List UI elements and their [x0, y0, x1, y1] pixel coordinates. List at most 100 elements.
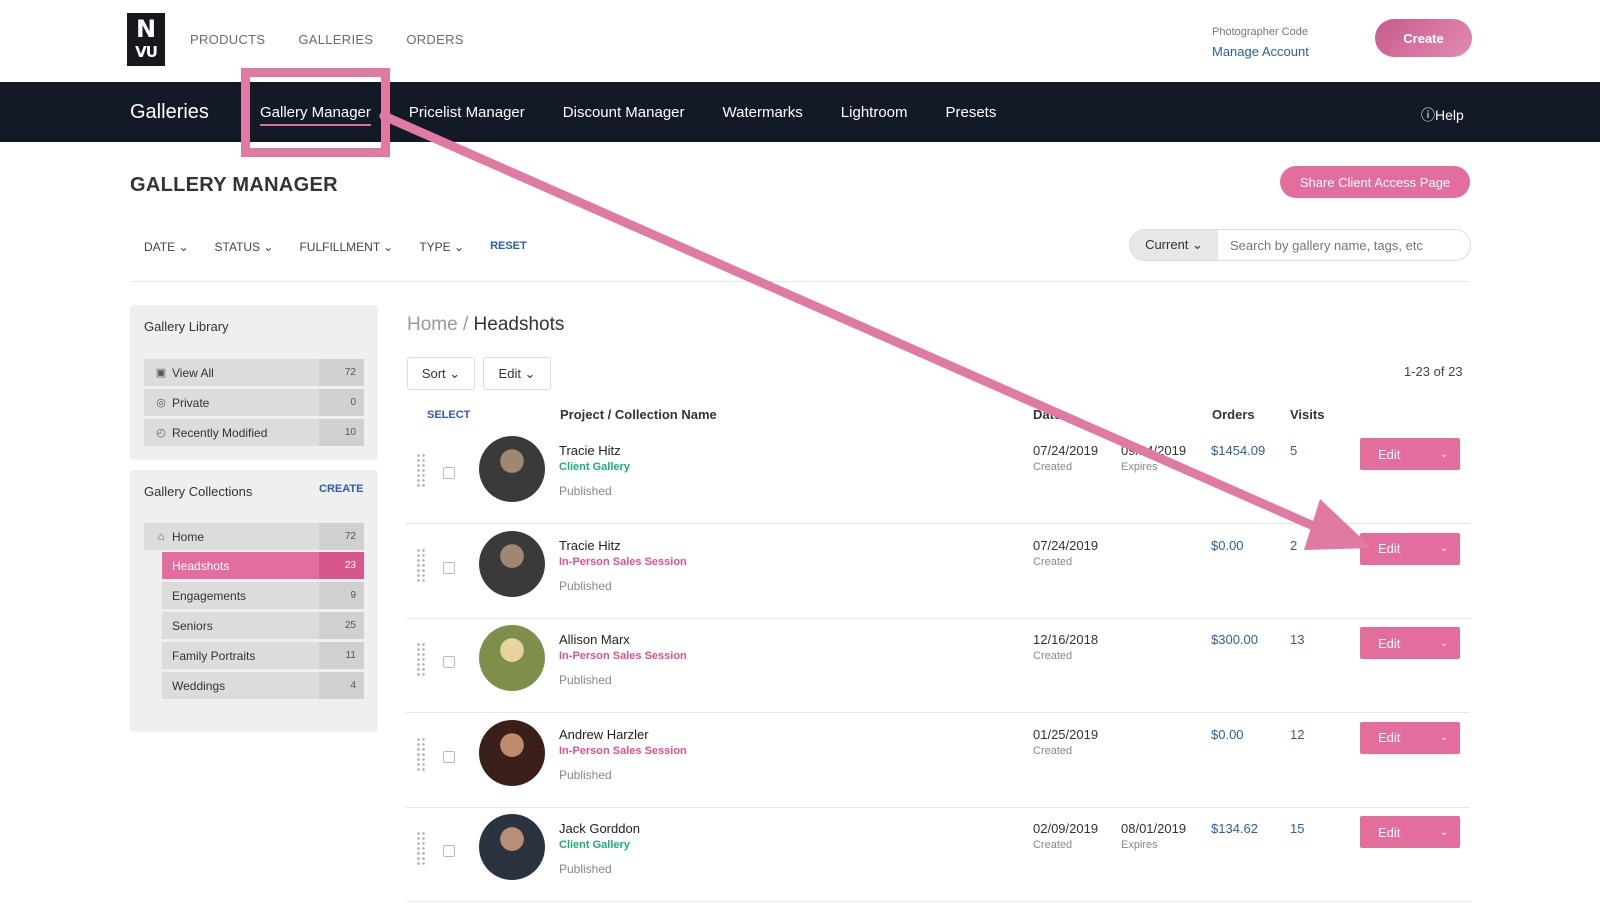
breadcrumb: Home / Headshots	[407, 314, 564, 336]
row-checkbox[interactable]	[443, 750, 455, 763]
collection-item-count: 25	[319, 612, 364, 639]
reset-filters-link[interactable]: RESET	[490, 240, 527, 254]
share-client-access-button[interactable]: Share Client Access Page	[1280, 166, 1470, 198]
create-collection-link[interactable]: CREATE	[319, 483, 363, 495]
created-label: Created	[1033, 744, 1073, 757]
photographer-code-label: Photographer Code	[1212, 26, 1309, 38]
gallery-thumbnail[interactable]	[479, 436, 545, 502]
column-header-date[interactable]: Date	[1033, 407, 1061, 422]
tab-discount-manager[interactable]: Discount Manager	[563, 104, 685, 126]
bulk-edit-dropdown[interactable]: Edit ⌄	[483, 357, 551, 390]
scope-dropdown[interactable]: Current ⌄	[1130, 230, 1218, 260]
gallery-name[interactable]: Tracie Hitz	[559, 538, 621, 553]
row-edit-button[interactable]: Edit ⌄	[1360, 627, 1460, 659]
orders-total-link[interactable]: $0.00	[1211, 727, 1244, 742]
breadcrumb-current: Headshots	[473, 314, 565, 335]
gallery-status: Published	[559, 484, 612, 498]
tab-watermarks[interactable]: Watermarks	[723, 104, 803, 126]
image-icon: ▣	[155, 367, 167, 379]
gallery-library-title: Gallery Library	[144, 319, 229, 334]
drag-handle-icon[interactable]	[416, 831, 426, 865]
row-checkbox[interactable]	[443, 467, 455, 479]
filter-type[interactable]: TYPE ⌄	[419, 240, 464, 254]
library-item-view-all[interactable]: ▣ View All 72	[144, 359, 364, 386]
column-header-visits[interactable]: Visits	[1290, 407, 1324, 422]
gallery-name[interactable]: Jack Gorddon	[559, 821, 640, 836]
chevron-down-icon[interactable]: ⌄	[1428, 732, 1460, 743]
sort-dropdown[interactable]: Sort ⌄	[407, 357, 475, 390]
logo-letters-vu: VU	[135, 43, 158, 61]
table-row[interactable]: Andrew Harzler In-Person Sales Session Pub…	[406, 714, 1470, 808]
chevron-down-icon[interactable]: ⌄	[1428, 638, 1460, 649]
search-input[interactable]	[1218, 230, 1470, 260]
created-date: 07/24/2019	[1033, 537, 1099, 553]
visits-count-link[interactable]: 2	[1290, 538, 1297, 553]
row-edit-button[interactable]: Edit ⌄	[1360, 816, 1460, 848]
row-checkbox[interactable]	[443, 845, 455, 857]
table-row[interactable]: Tracie Hitz In-Person Sales Session Publis…	[406, 525, 1470, 619]
column-header-orders[interactable]: Orders	[1212, 407, 1255, 422]
collection-item-seniors[interactable]: Seniors 25	[162, 612, 364, 639]
filter-date[interactable]: DATE ⌄	[144, 240, 189, 254]
drag-handle-icon[interactable]	[416, 736, 426, 771]
nav-galleries[interactable]: GALLERIES	[298, 32, 373, 47]
select-all-link[interactable]: SELECT	[427, 409, 470, 421]
nvu-logo[interactable]: N VU	[127, 13, 165, 66]
collection-item-label: Engagements	[172, 588, 247, 603]
drag-handle-icon[interactable]	[416, 547, 426, 582]
row-edit-button[interactable]: Edit ⌄	[1360, 721, 1460, 754]
collection-item-count: 23	[319, 552, 364, 579]
orders-total-link[interactable]: $0.00	[1211, 538, 1244, 553]
visits-count-link[interactable]: 15	[1290, 821, 1304, 836]
collection-item-engagements[interactable]: Engagements 9	[162, 582, 364, 609]
gallery-type: Client Gallery	[559, 839, 630, 851]
gallery-status: Published	[559, 862, 612, 876]
collection-item-home[interactable]: ⌂ Home 72	[144, 523, 364, 550]
visits-count-link[interactable]: 12	[1290, 727, 1304, 742]
nav-orders[interactable]: ORDERS	[406, 32, 463, 47]
drag-handle-icon[interactable]	[416, 642, 426, 676]
gallery-thumbnail[interactable]	[479, 814, 545, 880]
tab-presets[interactable]: Presets	[946, 104, 997, 126]
help-link[interactable]: ⓘHelp	[1421, 105, 1464, 125]
gallery-name[interactable]: Andrew Harzler	[559, 727, 649, 742]
table-row[interactable]: Allison Marx In-Person Sales Session Publi…	[406, 619, 1470, 713]
collection-item-headshots[interactable]: Headshots 23	[162, 552, 364, 579]
filter-status[interactable]: STATUS ⌄	[215, 240, 274, 254]
collection-item-family-portraits[interactable]: Family Portraits 11	[162, 642, 364, 669]
orders-total-link[interactable]: $300.00	[1211, 632, 1258, 647]
table-row[interactable]: Jack Gorddon Client Gallery Published 02/09…	[406, 808, 1470, 902]
gallery-name[interactable]: Tracie Hitz	[559, 443, 621, 458]
row-edit-button[interactable]: Edit ⌄	[1360, 532, 1460, 565]
visits-count-link[interactable]: 13	[1290, 632, 1304, 647]
chevron-down-icon[interactable]: ⌄	[1428, 449, 1460, 460]
library-item-recently-modified[interactable]: ◴ Recently Modified 10	[144, 419, 364, 446]
breadcrumb-home[interactable]: Home	[407, 314, 458, 335]
gallery-thumbnail[interactable]	[479, 719, 545, 786]
column-header-name[interactable]: Project / Collection Name	[560, 407, 717, 422]
nav-products[interactable]: PRODUCTS	[190, 32, 265, 47]
gallery-thumbnail[interactable]	[479, 530, 545, 597]
filter-fulfillment[interactable]: FULFILLMENT ⌄	[299, 240, 393, 254]
row-checkbox[interactable]	[443, 561, 455, 574]
tab-lightroom[interactable]: Lightroom	[841, 104, 908, 126]
library-item-label: View All	[172, 365, 214, 380]
chevron-down-icon[interactable]: ⌄	[1428, 827, 1460, 838]
row-edit-button[interactable]: Edit ⌄	[1360, 438, 1460, 470]
gallery-name[interactable]: Allison Marx	[559, 632, 630, 647]
row-checkbox[interactable]	[443, 656, 455, 668]
library-item-private[interactable]: ◎ Private 0	[144, 389, 364, 416]
visits-count-link[interactable]: 5	[1290, 443, 1297, 458]
collection-item-weddings[interactable]: Weddings 4	[162, 672, 364, 699]
create-button[interactable]: Create	[1375, 19, 1472, 57]
tab-pricelist-manager[interactable]: Pricelist Manager	[409, 104, 525, 126]
orders-total-link[interactable]: $134.62	[1211, 821, 1258, 836]
drag-handle-icon[interactable]	[416, 453, 426, 487]
galleries-subnav: Galleries Gallery Manager Pricelist Mana…	[0, 82, 1600, 142]
chevron-down-icon[interactable]: ⌄	[1428, 543, 1460, 554]
gallery-thumbnail[interactable]	[479, 625, 545, 691]
orders-total-link[interactable]: $1454.09	[1211, 443, 1265, 458]
manage-account-link[interactable]: Manage Account	[1212, 44, 1309, 59]
created-date: 07/24/2019	[1033, 443, 1099, 458]
table-row[interactable]: Tracie Hitz Client Gallery Published 07/24/…	[406, 430, 1470, 524]
